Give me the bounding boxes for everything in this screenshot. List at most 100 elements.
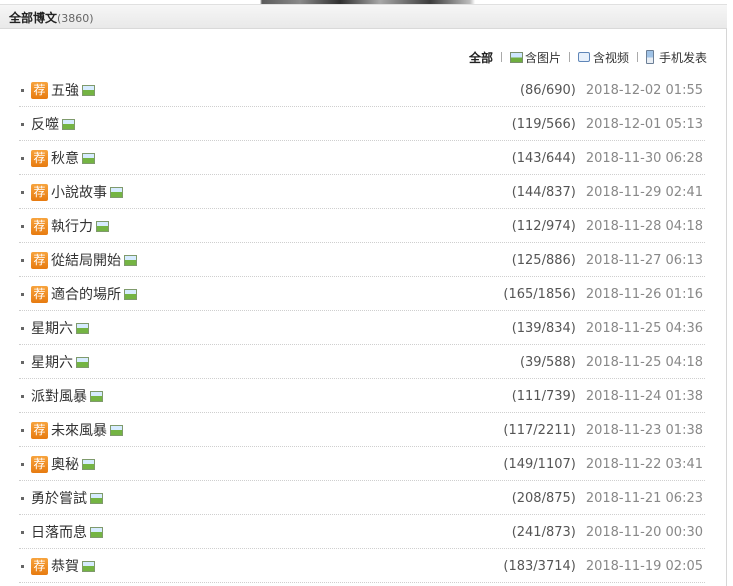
picture-icon [90,492,103,504]
post-date: 2018-11-24 01:38 [585,388,703,404]
bullet-icon [21,293,24,296]
post-title-link[interactable]: 荐秋意 [31,141,95,175]
post-title-link[interactable]: 派對風暴 [31,379,103,413]
picture-icon [82,458,95,470]
post-title-link[interactable]: 星期六 [31,345,89,379]
post-meta: (125/886) 2018-11-27 06:13 [512,243,703,277]
post-date: 2018-12-01 05:13 [585,116,703,132]
recommend-badge-icon: 荐 [31,251,48,269]
blog-list-panel: 全部博文(3860) 全部 含图片 含视频 手机发表 荐五強 (86/690) 20… [0,0,727,586]
list-item: 派對風暴 (111/739) 2018-11-24 01:38 [19,379,705,413]
post-title-link[interactable]: 荐小說故事 [31,175,123,209]
list-item: 荐從結局開始 (125/886) 2018-11-27 06:13 [19,243,705,277]
filter-with-pictures[interactable]: 含图片 [509,49,561,66]
post-meta: (39/588) 2018-11-25 04:18 [520,345,703,379]
post-date: 2018-11-25 04:18 [585,354,703,370]
recommend-badge-icon: 荐 [31,183,48,201]
picture-icon [96,220,109,232]
list-item: 星期六 (139/834) 2018-11-25 04:36 [19,311,705,345]
post-stats: (86/690) [519,82,576,98]
post-stats: (139/834) [511,320,576,336]
post-stats: (125/886) [511,252,576,268]
post-title-link[interactable]: 荐奧秘 [31,447,95,481]
post-title-link[interactable]: 荐適合的場所 [31,277,137,311]
post-meta: (143/644) 2018-11-30 06:28 [512,141,703,175]
post-stats: (143/644) [511,150,576,166]
picture-icon [62,118,75,130]
post-title-link[interactable]: 日落而息 [31,515,103,549]
filter-all-label: 全部 [468,50,493,65]
post-list: 荐五強 (86/690) 2018-12-02 01:55 反噬 (119/566) 20… [19,73,705,583]
list-item: 荐奧秘 (149/1107) 2018-11-22 03:41 [19,447,705,481]
post-meta: (183/3714) 2018-11-19 02:05 [503,549,703,583]
post-title: 勇於嘗試 [31,491,87,507]
picture-icon [90,526,103,538]
picture-icon [82,152,95,164]
post-stats: (112/974) [511,218,576,234]
list-item: 荐小說故事 (144/837) 2018-11-29 02:41 [19,175,705,209]
list-item: 荐五強 (86/690) 2018-12-02 01:55 [19,73,705,107]
filter-all[interactable]: 全部 [469,49,493,66]
panel-title: 全部博文 [9,11,58,25]
filter-with-video[interactable]: 含视频 [577,49,629,66]
post-meta: (149/1107) 2018-11-22 03:41 [503,447,703,481]
post-meta: (86/690) 2018-12-02 01:55 [520,73,703,107]
list-item: 荐秋意 (143/644) 2018-11-30 06:28 [19,141,705,175]
post-meta: (165/1856) 2018-11-26 01:16 [503,277,703,311]
post-stats: (117/2211) [503,422,576,438]
post-title: 恭賀 [51,559,79,575]
post-title: 星期六 [31,355,73,371]
recommend-badge-icon: 荐 [31,81,48,99]
picture-icon [124,254,137,266]
video-icon [577,52,590,62]
post-title-link[interactable]: 勇於嘗試 [31,481,103,515]
phone-icon [645,50,654,64]
post-title-link[interactable]: 荐五強 [31,73,95,107]
post-date: 2018-11-27 06:13 [585,252,703,268]
recommend-badge-icon: 荐 [31,285,48,303]
post-stats: (165/1856) [503,286,576,302]
post-meta: (112/974) 2018-11-28 04:18 [512,209,703,243]
post-meta: (117/2211) 2018-11-23 01:38 [503,413,703,447]
post-title-link[interactable]: 荐執行力 [31,209,109,243]
post-title: 小說故事 [51,185,107,201]
post-stats: (149/1107) [503,456,576,472]
post-meta: (241/873) 2018-11-20 00:30 [512,515,703,549]
post-date: 2018-11-22 03:41 [585,456,703,472]
post-stats: (39/588) [519,354,576,370]
post-title-link[interactable]: 星期六 [31,311,89,345]
post-title: 日落而息 [31,525,87,541]
post-title: 從結局開始 [51,253,121,269]
filter-mobile-posts[interactable]: 手机发表 [645,49,707,66]
post-title-link[interactable]: 反噬 [31,107,75,141]
post-title: 適合的場所 [51,287,121,303]
post-stats: (111/739) [511,388,576,404]
bullet-icon [21,361,24,364]
list-item: 荐恭賀 (183/3714) 2018-11-19 02:05 [19,549,705,583]
post-date: 2018-12-02 01:55 [585,82,703,98]
filter-video-label: 含视频 [592,50,629,65]
post-title-link[interactable]: 荐從結局開始 [31,243,137,277]
picture-icon [110,424,123,436]
post-title-link[interactable]: 荐恭賀 [31,549,95,583]
post-title: 五強 [51,83,79,99]
picture-icon [110,186,123,198]
post-date: 2018-11-21 06:23 [585,490,703,506]
picture-icon [509,51,523,63]
recommend-badge-icon: 荐 [31,421,48,439]
post-meta: (144/837) 2018-11-29 02:41 [512,175,703,209]
post-stats: (119/566) [511,116,576,132]
list-item: 反噬 (119/566) 2018-12-01 05:13 [19,107,705,141]
post-title-link[interactable]: 荐未來風暴 [31,413,123,447]
post-date: 2018-11-23 01:38 [585,422,703,438]
bullet-icon [21,497,24,500]
picture-icon [82,84,95,96]
recommend-badge-icon: 荐 [31,455,48,473]
filter-divider [636,52,638,62]
post-date: 2018-11-26 01:16 [585,286,703,302]
bullet-icon [21,565,24,568]
picture-icon [124,288,137,300]
bullet-icon [21,463,24,466]
recommend-badge-icon: 荐 [31,217,48,235]
post-title: 執行力 [51,219,93,235]
